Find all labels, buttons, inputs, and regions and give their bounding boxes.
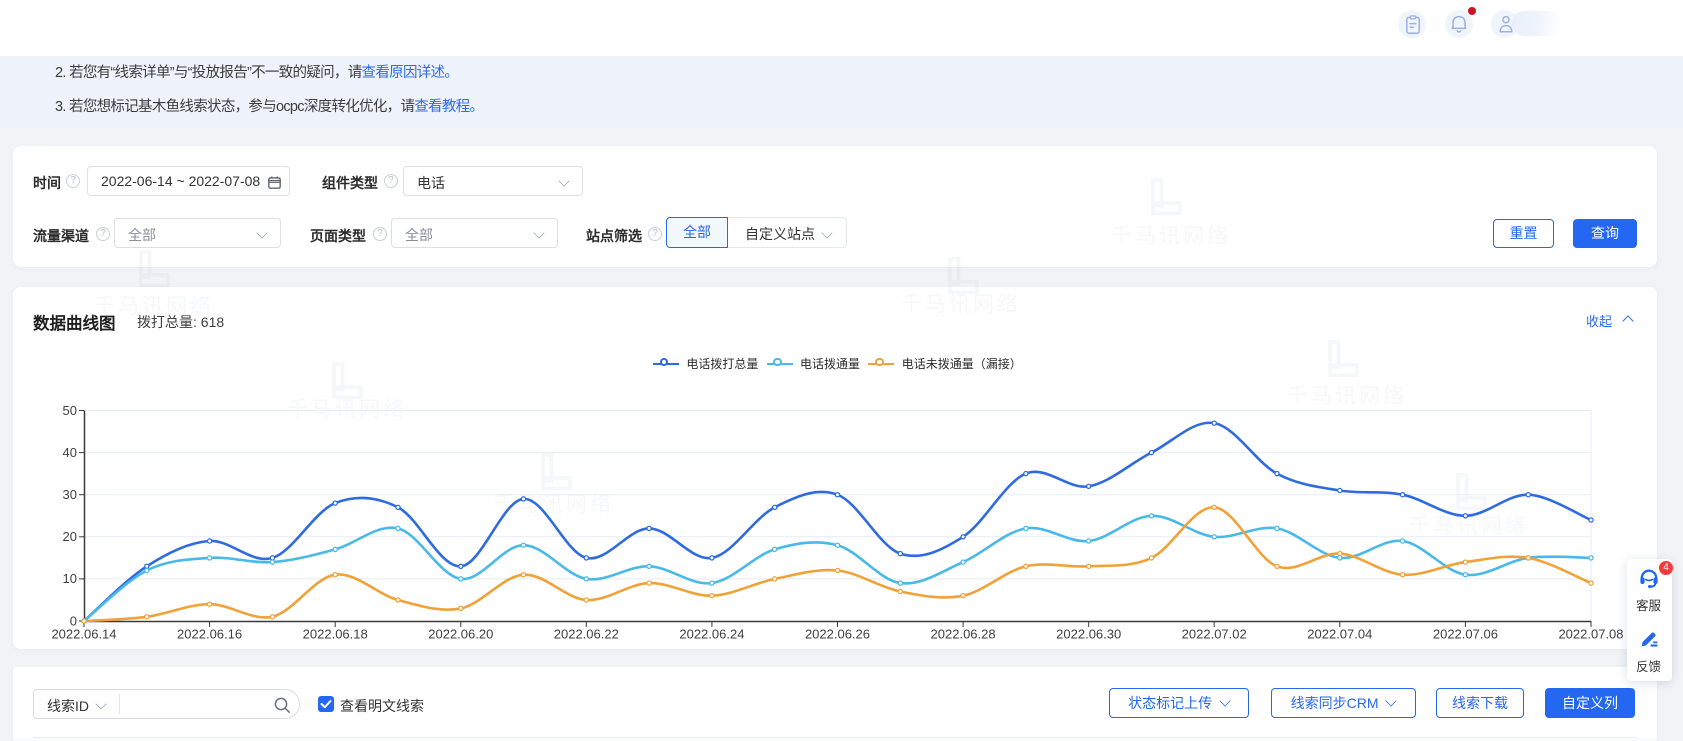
svg-text:2022.07.06: 2022.07.06 — [1433, 627, 1498, 642]
svg-text:2022.07.02: 2022.07.02 — [1182, 627, 1247, 642]
svg-text:50: 50 — [63, 403, 77, 418]
svg-text:2022.06.14: 2022.06.14 — [51, 627, 116, 642]
svg-text:2022.06.30: 2022.06.30 — [1056, 627, 1121, 642]
svg-text:30: 30 — [63, 487, 77, 502]
svg-text:40: 40 — [63, 445, 77, 460]
svg-text:2022.07.08: 2022.07.08 — [1558, 627, 1623, 642]
svg-text:2022.06.20: 2022.06.20 — [428, 627, 493, 642]
svg-text:2022.06.22: 2022.06.22 — [554, 627, 619, 642]
svg-text:2022.06.24: 2022.06.24 — [679, 627, 744, 642]
svg-text:10: 10 — [63, 571, 77, 586]
svg-text:2022.06.28: 2022.06.28 — [931, 627, 996, 642]
svg-text:2022.07.04: 2022.07.04 — [1307, 627, 1372, 642]
svg-text:20: 20 — [63, 529, 77, 544]
svg-text:2022.06.26: 2022.06.26 — [805, 627, 870, 642]
svg-text:2022.06.18: 2022.06.18 — [303, 627, 368, 642]
svg-text:2022.06.16: 2022.06.16 — [177, 627, 242, 642]
